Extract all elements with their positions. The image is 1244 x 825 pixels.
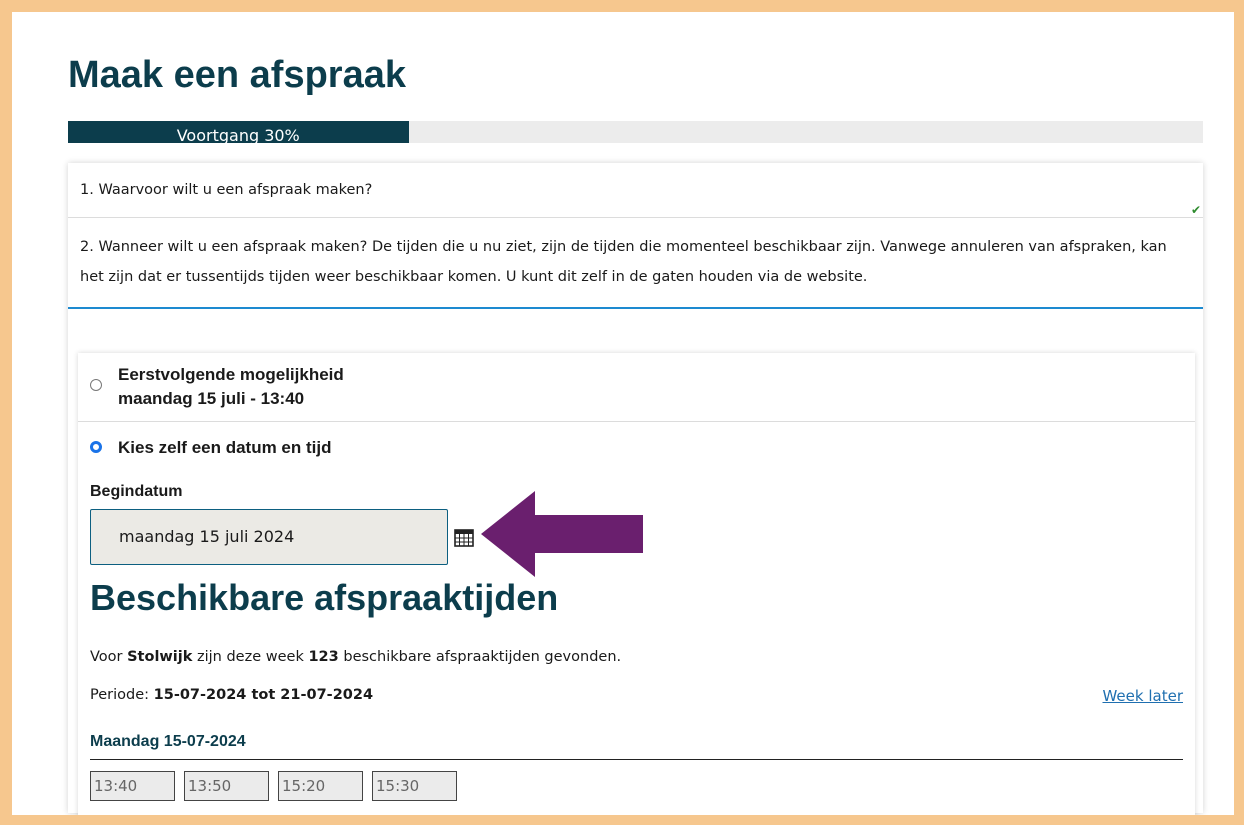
- week-later-link[interactable]: Week later: [1102, 687, 1183, 705]
- first-available-text: Eerstvolgende mogelijkheid maandag 15 ju…: [118, 363, 344, 411]
- progress-bar: Voortgang 30%: [68, 121, 1203, 143]
- slot-count: 123: [308, 649, 339, 665]
- period-range: 15-07-2024 tot 21-07-2024: [153, 687, 374, 703]
- period-line: Periode: 15-07-2024 tot 21-07-2024: [90, 687, 373, 703]
- day-heading: Maandag 15-07-2024: [90, 733, 1183, 760]
- time-slot[interactable]: 15:30: [372, 771, 457, 801]
- date-input[interactable]: maandag 15 juli 2024: [90, 509, 448, 565]
- step-2-label: 2. Wanneer wilt u een afspraak maken? De…: [80, 239, 1167, 285]
- page: Maak een afspraak Voortgang 30% 1. Waarv…: [12, 12, 1234, 815]
- time-slot[interactable]: 15:20: [278, 771, 363, 801]
- calendar-icon[interactable]: [454, 527, 474, 547]
- step-2-header: 2. Wanneer wilt u een afspraak maken? De…: [68, 218, 1203, 309]
- found-middle: zijn deze week: [192, 649, 309, 665]
- left-arrow-icon: [481, 491, 643, 577]
- location-name: Stolwijk: [127, 649, 193, 665]
- begindatum-label: Begindatum: [90, 483, 183, 500]
- option-first-available[interactable]: Eerstvolgende mogelijkheid maandag 15 ju…: [78, 353, 1195, 422]
- time-slot[interactable]: 13:50: [184, 771, 269, 801]
- found-summary: Voor Stolwijk zijn deze week 123 beschik…: [90, 649, 621, 665]
- progress-fill: Voortgang 30%: [68, 121, 409, 143]
- check-icon: ✔: [1190, 203, 1201, 217]
- choose-date-label[interactable]: Kies zelf een datum en tijd: [118, 436, 332, 460]
- found-suffix: beschikbare afspraaktijden gevonden.: [338, 649, 622, 665]
- time-slots: 13:40 13:50 15:20 15:30: [90, 771, 466, 801]
- page-title: Maak een afspraak: [68, 54, 406, 96]
- radio-first-available[interactable]: [90, 379, 102, 391]
- found-prefix: Voor: [90, 649, 128, 665]
- step-1-header[interactable]: 1. Waarvoor wilt u een afspraak maken? ✔: [68, 163, 1203, 218]
- steps-card: 1. Waarvoor wilt u een afspraak maken? ✔…: [68, 163, 1203, 815]
- radio-choose-date[interactable]: [90, 441, 102, 453]
- time-slot[interactable]: 13:40: [90, 771, 175, 801]
- first-available-label: Eerstvolgende mogelijkheid: [118, 365, 344, 384]
- options-card: Eerstvolgende mogelijkheid maandag 15 ju…: [78, 353, 1195, 815]
- availability-title: Beschikbare afspraaktijden: [90, 577, 559, 618]
- period-prefix: Periode:: [90, 687, 154, 703]
- first-available-value: maandag 15 juli - 13:40: [118, 389, 305, 408]
- step-1-label: 1. Waarvoor wilt u een afspraak maken?: [80, 182, 373, 198]
